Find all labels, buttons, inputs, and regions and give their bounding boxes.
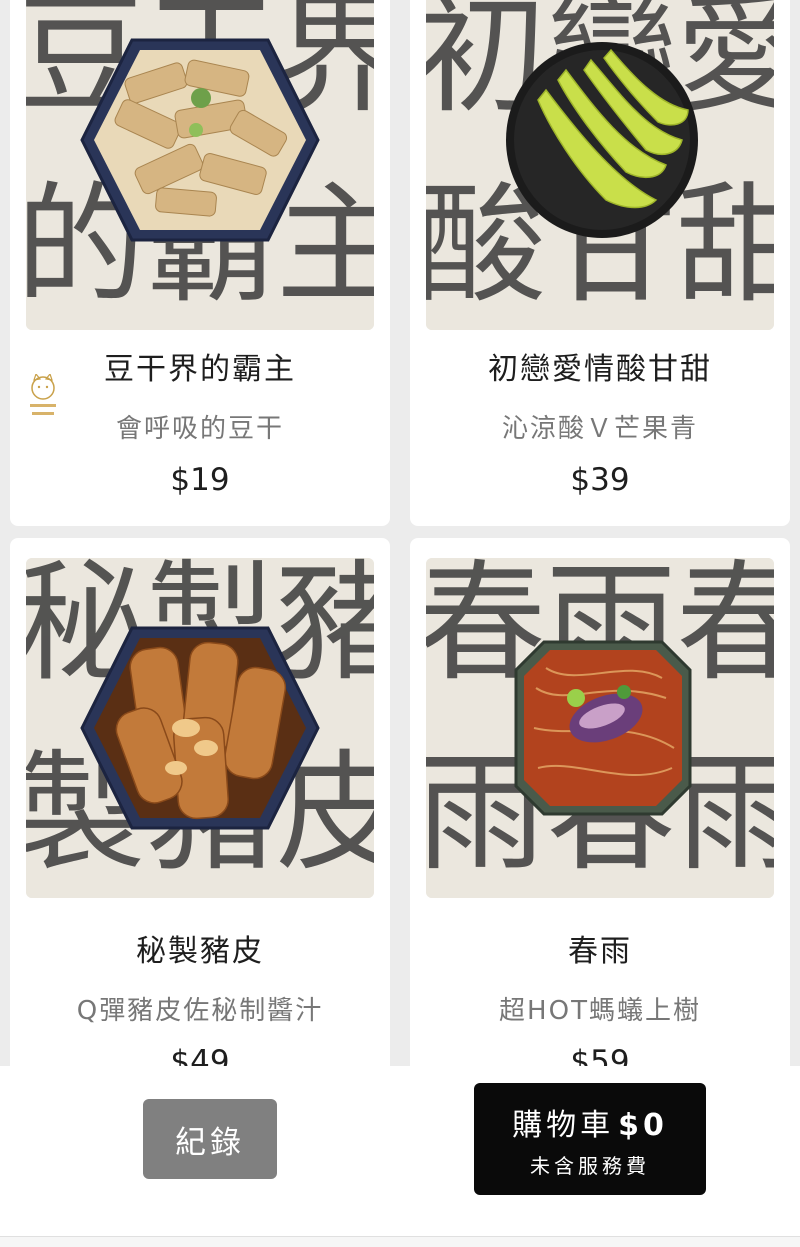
- menu-item-price: $19: [170, 462, 230, 498]
- mango-dish-icon: 初戀愛 酸甘甜: [426, 0, 774, 330]
- menu-item-photo: 豆干界 的霸主: [26, 0, 374, 330]
- menu-item-name: 豆干界的霸主: [104, 352, 296, 387]
- history-button[interactable]: 紀錄: [143, 1099, 277, 1179]
- cart-label: 購物車: [512, 1107, 615, 1143]
- menu-item-name: 秘製豬皮: [136, 934, 264, 969]
- menu-item-card[interactable]: 初戀愛 酸甘甜 初戀愛情酸甘甜 沁涼酸Ｖ芒果青 $39: [410, 0, 790, 526]
- pork-skin-dish-icon: 秘製豬 製豬皮: [26, 558, 374, 898]
- menu-item-description: 會呼吸的豆干: [115, 414, 284, 444]
- menu-item-description: 超HOT螞蟻上樹: [499, 996, 701, 1026]
- system-home-bar: [0, 1236, 800, 1247]
- menu-item-price: $59: [570, 1044, 630, 1066]
- menu-item-photo: 秘製豬 製豬皮: [26, 558, 374, 898]
- cart-summary: 購物車 $0: [512, 1100, 668, 1144]
- menu-item-photo: 初戀愛 酸甘甜: [426, 0, 774, 330]
- menu-item-name: 春雨: [568, 934, 632, 969]
- vermicelli-dish-icon: 春雨春 雨春雨: [426, 558, 774, 898]
- menu-item-description: Q彈豬皮佐秘制醬汁: [76, 996, 324, 1026]
- menu-item-photo: 春雨春 雨春雨: [426, 558, 774, 898]
- history-button-label: 紀錄: [175, 1124, 245, 1161]
- menu-item-card[interactable]: 秘製豬 製豬皮 秘製豬皮 Q彈豬皮佐秘制醬汁 $49: [10, 538, 390, 1066]
- menu-item-card[interactable]: 春雨春 雨春雨 春雨 超HOT螞蟻上樹 $59: [410, 538, 790, 1066]
- cart-button[interactable]: 購物車 $0 未含服務費: [474, 1083, 706, 1195]
- bottom-action-bar: 紀錄 購物車 $0 未含服務費: [0, 1066, 800, 1236]
- menu-item-price: $49: [170, 1044, 230, 1066]
- cart-note: 未含服務費: [530, 1153, 650, 1178]
- mascot-watermark-icon: [30, 374, 56, 415]
- menu-item-name: 初戀愛情酸甘甜: [488, 352, 712, 387]
- menu-item-price: $39: [570, 462, 630, 498]
- menu-item-description: 沁涼酸Ｖ芒果青: [501, 414, 698, 444]
- cart-amount: $0: [618, 1107, 668, 1143]
- tofu-dish-icon: 豆干界 的霸主: [26, 0, 374, 330]
- menu-grid: 豆干界 的霸主 豆干界的霸主 會呼吸的豆干 $19: [0, 0, 800, 1066]
- menu-item-card[interactable]: 豆干界 的霸主 豆干界的霸主 會呼吸的豆干 $19: [10, 0, 390, 526]
